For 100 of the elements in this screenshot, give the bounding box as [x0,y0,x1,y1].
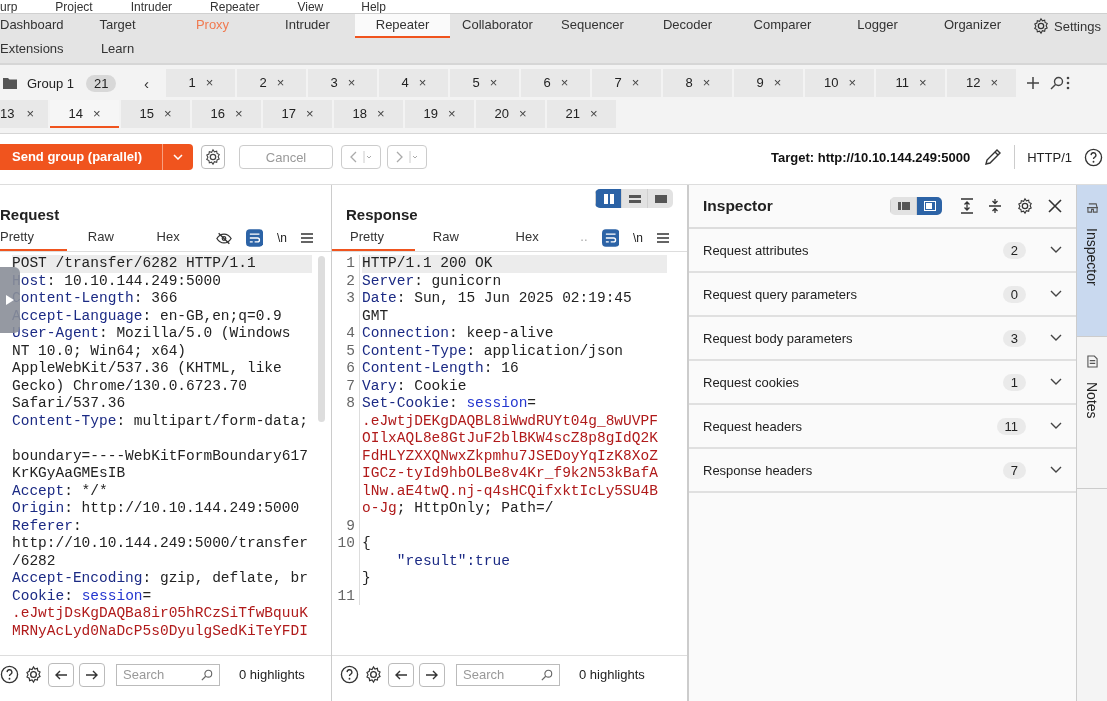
search-field[interactable]: Search [116,663,220,686]
settings-button[interactable] [201,145,225,169]
scrollbar[interactable] [318,256,325,422]
search-field[interactable]: Search [456,663,560,686]
view-tab[interactable]: Pretty [332,225,415,251]
request-tab[interactable]: 19 × [405,100,474,128]
request-tab[interactable]: 16 × [192,100,261,128]
close-tab-button[interactable]: × [589,105,598,121]
menu-item[interactable]: View [297,1,324,13]
settings-icon[interactable] [364,665,383,684]
inspector-section[interactable]: Request headers 11 [689,405,1076,449]
eye-slash-icon[interactable] [215,231,232,245]
close-tab-button[interactable]: × [305,105,314,121]
close-tab-button[interactable]: × [347,74,356,90]
menu-icon[interactable] [657,233,669,243]
request-tab[interactable]: 9 × [734,69,804,97]
nav-tab[interactable]: Target [70,14,165,38]
inspector-section[interactable]: Request cookies 1 [689,361,1076,405]
nav-tab[interactable]: Dashboard [0,14,70,38]
request-tab[interactable]: 1 × [166,69,236,97]
close-tab-button[interactable]: × [631,74,640,90]
wrap-icon[interactable] [601,229,619,247]
view-tab[interactable]: Hex [134,225,202,251]
request-tab[interactable]: 15 × [121,100,190,128]
inspector-section[interactable]: Response headers 7 [689,449,1076,493]
send-button[interactable]: Send group (parallel) [0,144,193,170]
close-tab-button[interactable]: × [702,74,711,90]
close-tab-button[interactable]: × [518,105,527,121]
newline-toggle[interactable]: \n [633,231,643,245]
close-tab-button[interactable]: × [773,74,782,90]
inspector-section[interactable]: Request body parameters 3 [689,317,1076,361]
close-tab-button[interactable]: × [990,74,998,90]
close-tab-button[interactable]: × [163,105,172,121]
search-icon[interactable] [201,668,213,681]
request-tab[interactable]: 17 × [263,100,332,128]
next-match-button[interactable] [419,662,445,687]
close-tab-button[interactable]: × [26,105,35,121]
newline-toggle[interactable]: \n [277,231,287,245]
close-tab-button[interactable]: × [447,105,456,121]
close-icon[interactable] [1048,199,1062,213]
settings-icon[interactable] [24,665,43,684]
request-tab[interactable]: 5 × [450,69,520,97]
menu-item[interactable]: urp [0,1,18,13]
settings-icon[interactable] [1016,197,1034,215]
inspector-section[interactable]: Request attributes 2 [689,229,1076,273]
nav-tab[interactable]: Intruder [260,14,355,38]
layout-toggle[interactable] [595,189,673,208]
close-tab-button[interactable]: × [92,105,101,121]
nav-tab[interactable]: Collaborator [450,14,545,38]
side-tab[interactable]: Notes [1077,337,1107,489]
menu-item[interactable]: Project [55,1,93,13]
layout-toggle[interactable] [890,197,942,215]
next-match-button[interactable] [79,662,105,687]
help-icon[interactable] [340,665,359,684]
menu-icon[interactable] [301,233,313,243]
help-icon[interactable] [0,665,19,684]
request-tab[interactable]: 18 × [334,100,403,128]
close-tab-button[interactable]: × [234,105,243,121]
view-tab[interactable]: Pretty [0,225,68,251]
close-tab-button[interactable]: × [489,74,498,90]
search-icon[interactable] [541,668,553,681]
previous-button[interactable]: ‹ [128,73,165,93]
previous-match-button[interactable] [48,662,74,687]
view-tab[interactable]: Raw [414,225,498,251]
nav-tab[interactable]: Sequencer [545,14,640,38]
menu-item[interactable]: Help [361,1,386,13]
request-tab[interactable]: 10 × [805,69,875,97]
menu-item[interactable]: Repeater [210,1,260,13]
close-tab-button[interactable]: × [560,74,569,90]
close-tab-button[interactable]: × [205,74,214,90]
request-tab[interactable]: 11 × [876,69,946,97]
close-tab-button[interactable]: × [276,74,285,90]
search-icon[interactable] [1050,76,1065,90]
request-tab[interactable]: 8 × [663,69,733,97]
plus-icon[interactable] [1026,76,1041,90]
inspector-section[interactable]: Request query parameters 0 [689,273,1076,317]
nav-tab[interactable]: Comparer [735,14,830,38]
previous-match-button[interactable] [388,662,414,687]
view-tab[interactable]: Hex [497,225,581,251]
nav-tab[interactable]: Learn [70,38,165,62]
request-tab[interactable]: 2 × [237,69,307,97]
close-tab-button[interactable]: × [376,105,385,121]
request-tab[interactable]: 7 × [592,69,662,97]
nav-tab[interactable]: Logger [830,14,925,38]
nav-tab[interactable]: Organizer [925,14,1020,38]
side-tab[interactable]: Inspector [1077,185,1107,337]
help-icon[interactable] [1084,147,1103,167]
close-tab-button[interactable]: × [848,74,856,90]
close-tab-button[interactable]: × [418,74,427,90]
request-tab[interactable]: 20 × [476,100,545,128]
group-name[interactable]: Group 1 [27,75,74,91]
request-tab[interactable]: 12 × [947,69,1017,97]
nav-tab[interactable]: Decoder [640,14,735,38]
request-tab[interactable]: 6 × [521,69,591,97]
request-tab[interactable]: 3 × [308,69,378,97]
settings-button[interactable]: Settings [1020,14,1101,38]
protocol-label[interactable]: HTTP/1 [1027,149,1072,165]
menu-item[interactable]: Intruder [130,1,173,13]
collapse-icon[interactable] [988,198,1002,214]
nav-tab[interactable]: Repeater [355,14,450,38]
